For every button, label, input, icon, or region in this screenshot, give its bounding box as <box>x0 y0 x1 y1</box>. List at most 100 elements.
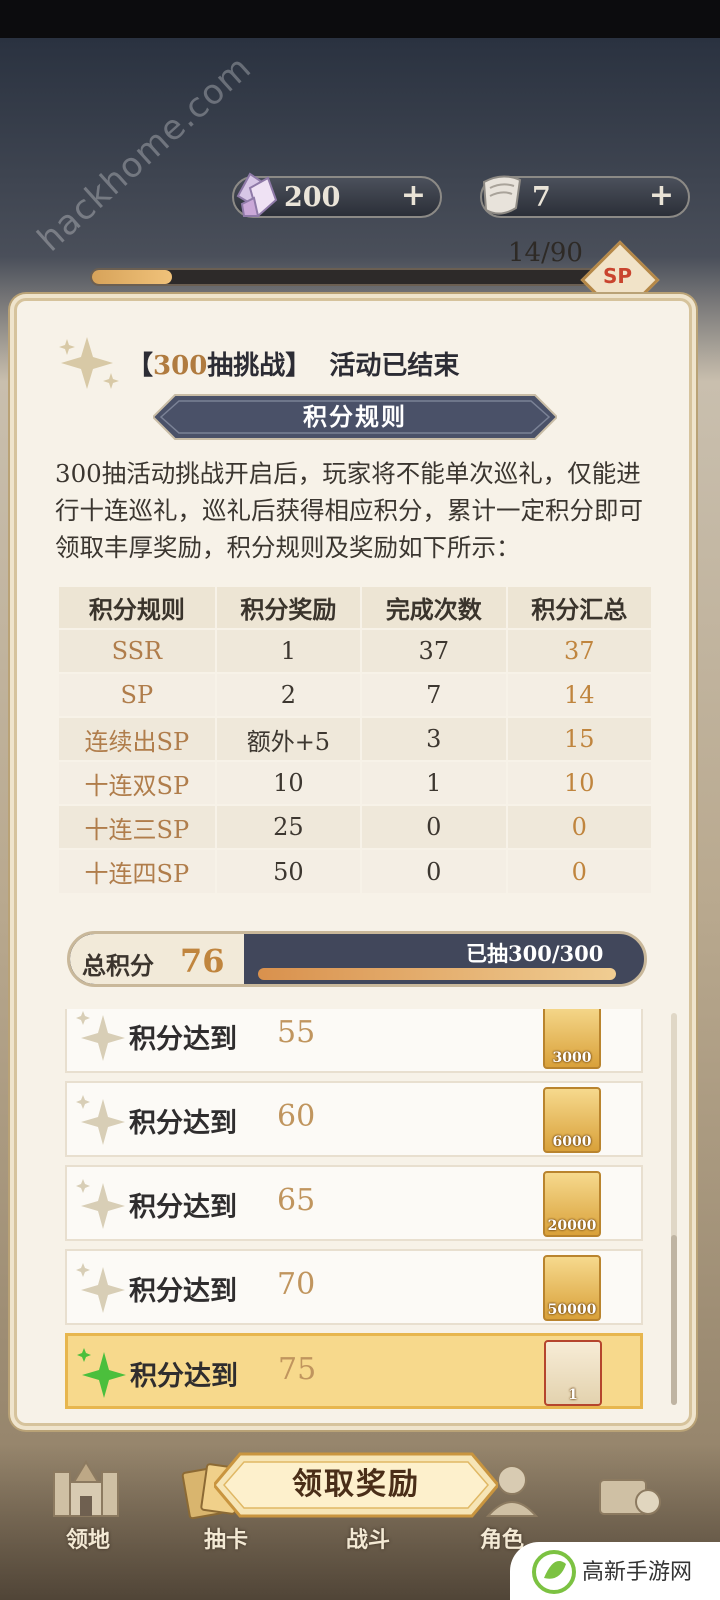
ticket-icon: 1 <box>544 1340 602 1406</box>
subtotal-cell: 15 <box>506 716 654 761</box>
subtotal-cell: 14 <box>506 672 654 717</box>
reward-label: 积分达到 <box>129 1108 237 1139</box>
rule-cell: 十连四SP <box>59 848 217 893</box>
reward-cell: 25 <box>215 804 363 849</box>
subtotal-cell: 0 <box>506 848 654 893</box>
add-scroll-button[interactable]: + <box>649 178 674 213</box>
site-logo-text: 高新手游网 <box>582 1560 693 1585</box>
reward-points: 75 <box>278 1352 317 1387</box>
count-cell: 7 <box>361 672 508 717</box>
count-cell: 37 <box>361 628 508 673</box>
scroll-currency: 7 + <box>480 175 690 218</box>
add-crystal-button[interactable]: + <box>401 178 426 213</box>
reward-points: 55 <box>277 1015 316 1050</box>
reward-list-scrollbar[interactable] <box>671 1013 677 1405</box>
reward-item-65[interactable]: 积分达到 65 20000 <box>65 1165 643 1241</box>
reward-item-75-active[interactable]: 积分达到 75 1 <box>65 1333 643 1409</box>
draws-progress-bar <box>258 968 616 980</box>
count-cell: 3 <box>361 716 508 761</box>
score-rules-table: 积分规则 积分奖励 完成次数 积分汇总 SSR 1 37 37 SP 2 7 14 连续出S… <box>59 587 654 893</box>
title-highlight: 300 <box>153 351 208 381</box>
ticket-icon: 20000 <box>543 1171 601 1237</box>
count-cell: 0 <box>361 804 508 849</box>
reward-points: 60 <box>277 1099 316 1134</box>
sparkle-icon <box>76 1179 125 1229</box>
reward-item-60[interactable]: 积分达到 60 6000 <box>65 1081 643 1157</box>
ticket-amount: 6000 <box>552 1134 592 1150</box>
reward-label: 积分达到 <box>129 1024 237 1055</box>
rules-description: 300抽活动挑战开启后，玩家将不能单次巡礼，仅能进行十连巡礼，巡礼后获得相应积分… <box>55 459 643 562</box>
total-score-value: 76 <box>180 942 225 980</box>
rule-cell: SP <box>59 672 217 717</box>
column-header: 完成次数 <box>361 587 508 629</box>
ticket-icon: 6000 <box>543 1087 601 1153</box>
sparkle-icon-active <box>77 1348 126 1398</box>
nav-character[interactable]: 角色 <box>480 1522 524 1554</box>
table-header-row: 积分规则 积分奖励 完成次数 积分汇总 <box>59 587 654 629</box>
challenge-dialog: 【300抽挑战】 活动已结束 积分规则 300抽活动挑战开启后，玩家将不能单次巡… <box>14 298 692 1426</box>
total-score-box: 总积分 76 <box>70 934 244 984</box>
ticket-icon: 50000 <box>543 1255 601 1321</box>
nav-territory[interactable]: 领地 <box>66 1522 110 1554</box>
claim-reward-button[interactable]: 领取奖励 <box>214 1452 498 1518</box>
table-row: SSR 1 37 37 <box>59 628 654 673</box>
castle-icon[interactable] <box>50 1458 122 1520</box>
chest-icon[interactable] <box>592 1458 664 1520</box>
reward-cell: 50 <box>215 848 363 893</box>
crystal-currency: 200 + <box>232 172 442 218</box>
reward-points: 65 <box>277 1183 316 1218</box>
nav-battle[interactable]: 战斗 <box>346 1522 390 1554</box>
reward-points: 70 <box>277 1267 316 1302</box>
title-event-name: 抽挑战】 <box>207 351 312 381</box>
nav-card-draw[interactable]: 抽卡 <box>204 1522 248 1554</box>
total-score-label: 总积分 <box>82 951 154 980</box>
table-row: 十连四SP 50 0 0 <box>59 848 654 893</box>
reward-cell: 2 <box>215 672 363 717</box>
sparkle-icon <box>76 1011 125 1061</box>
reward-label: 积分达到 <box>130 1361 238 1392</box>
table-row: 十连三SP 25 0 0 <box>59 804 654 849</box>
reward-cell: 10 <box>215 760 363 805</box>
table-row: 连续出SP 额外+5 3 15 <box>59 716 654 761</box>
reward-cell: 额外+5 <box>215 716 363 761</box>
sp-badge-label: SP <box>603 264 633 289</box>
column-header: 积分汇总 <box>506 587 654 629</box>
reward-item-55[interactable]: 积分达到 55 3000 <box>65 1009 643 1073</box>
ticket-amount: 20000 <box>547 1218 597 1234</box>
sparkle-icon <box>76 1263 125 1313</box>
reward-label: 积分达到 <box>129 1192 237 1223</box>
ticket-amount: 1 <box>568 1387 578 1403</box>
reward-item-70[interactable]: 积分达到 70 50000 <box>65 1249 643 1325</box>
column-header: 积分奖励 <box>215 587 363 629</box>
rule-cell: 十连三SP <box>59 804 217 849</box>
sparkle-icon <box>59 337 119 389</box>
rule-cell: 连续出SP <box>59 716 217 761</box>
subtotal-cell: 10 <box>506 760 654 805</box>
pity-counter: 14/90 <box>508 238 583 268</box>
reward-list[interactable]: 积分达到 55 3000 积分达到 60 6000 积分达到 65 20000 … <box>57 1009 677 1417</box>
table-row: 十连双SP 10 1 10 <box>59 760 654 805</box>
scroll-count: 7 <box>532 182 551 213</box>
ticket-amount: 50000 <box>547 1302 597 1318</box>
status-bar <box>0 0 720 38</box>
draws-count: 已抽300/300 <box>466 941 604 966</box>
crystal-count: 200 <box>284 182 341 213</box>
table-row: SP 2 7 14 <box>59 672 654 717</box>
rule-cell: SSR <box>59 628 217 673</box>
title-status: 活动已结束 <box>329 351 460 381</box>
count-cell: 1 <box>361 760 508 805</box>
ribbon-title: 积分规则 <box>303 402 407 431</box>
pity-progress-bar <box>90 268 610 286</box>
ticket-amount: 3000 <box>552 1050 592 1066</box>
column-header: 积分规则 <box>59 587 217 629</box>
site-logo: 高新手游网 <box>510 1542 720 1600</box>
crystal-icon <box>236 172 278 218</box>
reward-label: 积分达到 <box>129 1276 237 1307</box>
subtotal-cell: 37 <box>506 628 654 673</box>
scrollbar-thumb[interactable] <box>671 1235 677 1405</box>
pity-progress-fill <box>92 270 173 284</box>
sparkle-icon <box>76 1095 125 1145</box>
leaf-logo-icon <box>532 1550 576 1594</box>
reward-cell: 1 <box>215 628 363 673</box>
scroll-icon <box>482 175 522 215</box>
